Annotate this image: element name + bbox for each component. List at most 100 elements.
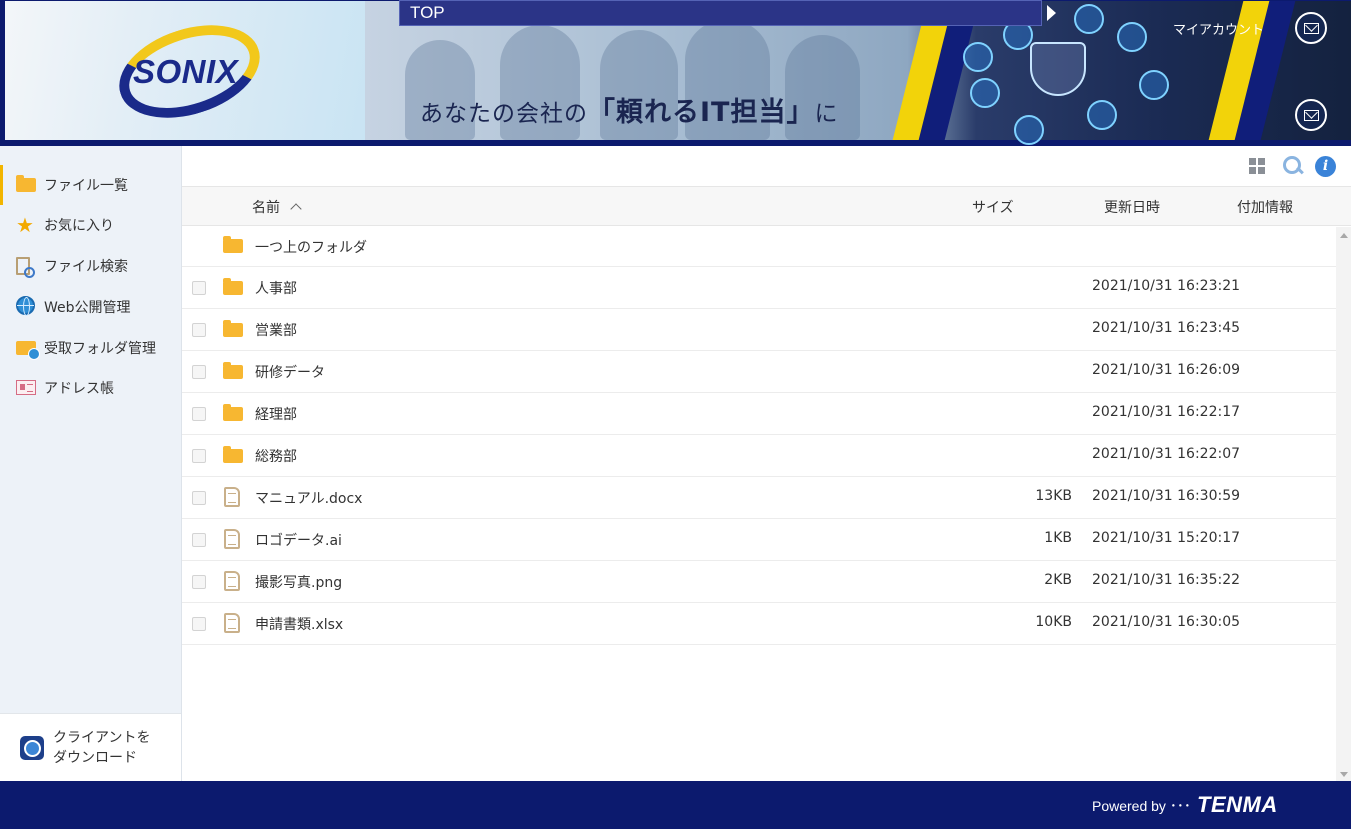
tenma-logo: TENMA	[1197, 792, 1278, 817]
row-checkbox[interactable]	[192, 281, 206, 295]
toolbar: i	[182, 146, 1351, 186]
file-size: 2KB	[1044, 572, 1072, 588]
file-updated: 2021/10/31 16:23:45	[1092, 320, 1241, 336]
row-checkbox[interactable]	[192, 617, 206, 631]
file-updated: 2021/10/31 16:23:21	[1092, 278, 1241, 294]
powered-by-text: Powered by ･･･	[1092, 798, 1191, 814]
sidebar-item-web-publish[interactable]: Web公開管理	[0, 287, 181, 327]
receive-folder-icon	[16, 337, 40, 360]
info-icon[interactable]: i	[1315, 156, 1336, 177]
sidebar-item-file-search[interactable]: ファイル検索	[0, 246, 181, 286]
header-banner: SONIX あなたの会社の「頼れるIT担当」に TOP マイアカウント	[0, 0, 1351, 146]
file-size: 1KB	[1044, 530, 1072, 546]
table-row[interactable]: 経理部 2021/10/31 16:22:17	[182, 393, 1336, 435]
sidebar-item-label: アドレス帳	[44, 381, 114, 397]
table-row[interactable]: 総務部 2021/10/31 16:22:07	[182, 435, 1336, 477]
column-header-updated[interactable]: 更新日時	[1104, 197, 1160, 217]
tech-icon	[963, 42, 993, 72]
tech-icon	[1087, 100, 1117, 130]
folder-icon	[16, 174, 38, 196]
folder-icon	[223, 236, 243, 253]
file-name[interactable]: 営業部	[255, 320, 297, 340]
table-row[interactable]: ロゴデータ.ai 1KB 2021/10/31 15:20:17	[182, 519, 1336, 561]
table-row[interactable]: 研修データ 2021/10/31 16:26:09	[182, 351, 1336, 393]
file-updated: 2021/10/31 16:35:22	[1092, 572, 1241, 588]
mail-button[interactable]	[1295, 12, 1327, 44]
table-row[interactable]: 人事部 2021/10/31 16:23:21	[182, 267, 1336, 309]
file-name[interactable]: 人事部	[255, 278, 297, 298]
document-search-icon	[16, 255, 38, 278]
envelope-icon	[1304, 23, 1319, 34]
shield-icon	[1030, 42, 1086, 96]
sidebar-item-label: 受取フォルダ管理	[44, 341, 156, 357]
tech-icon	[970, 78, 1000, 108]
top-link[interactable]: TOP	[399, 0, 1042, 26]
file-name[interactable]: 撮影写真.png	[255, 572, 342, 592]
file-name[interactable]: ロゴデータ.ai	[255, 530, 342, 550]
file-updated: 2021/10/31 16:30:05	[1092, 614, 1241, 630]
sidebar-item-address-book[interactable]: アドレス帳	[0, 368, 181, 408]
sidebar-item-file-list[interactable]: ファイル一覧	[0, 165, 181, 205]
play-arrow-icon	[1047, 5, 1056, 21]
row-checkbox[interactable]	[192, 491, 206, 505]
file-updated: 2021/10/31 16:22:17	[1092, 404, 1241, 420]
logo-text: SONIX	[133, 53, 239, 90]
main-content: i 名前 サイズ 更新日時 付加情報 一つ上のフォルダ 人事部 2021/10/3…	[182, 146, 1351, 781]
row-checkbox[interactable]	[192, 365, 206, 379]
file-name[interactable]: 総務部	[255, 446, 297, 466]
file-size: 10KB	[1035, 614, 1072, 630]
row-checkbox[interactable]	[192, 575, 206, 589]
table-header: 名前 サイズ 更新日時 付加情報	[182, 186, 1351, 226]
my-account-link[interactable]: マイアカウント	[1173, 19, 1264, 38]
scroll-down-arrow-icon[interactable]	[1340, 772, 1348, 777]
client-download-button[interactable]: クライアントを ダウンロード	[0, 713, 181, 781]
folder-icon	[223, 446, 243, 463]
file-name[interactable]: 一つ上のフォルダ	[255, 237, 367, 257]
document-icon	[224, 571, 240, 591]
client-app-icon	[20, 735, 44, 760]
file-name[interactable]: マニュアル.docx	[255, 488, 362, 508]
tech-icon	[1074, 4, 1104, 34]
folder-icon	[223, 362, 243, 379]
file-name[interactable]: 経理部	[255, 404, 297, 424]
column-header-label: 名前	[252, 200, 280, 216]
row-checkbox[interactable]	[192, 323, 206, 337]
row-checkbox[interactable]	[192, 407, 206, 421]
logo-area[interactable]: SONIX	[5, 1, 365, 140]
parent-folder-row[interactable]: 一つ上のフォルダ	[182, 227, 1336, 267]
row-checkbox[interactable]	[192, 533, 206, 547]
folder-icon	[223, 404, 243, 421]
grid-view-icon[interactable]	[1249, 158, 1266, 175]
search-icon[interactable]	[1283, 156, 1303, 176]
file-updated: 2021/10/31 16:26:09	[1092, 362, 1241, 378]
folder-icon	[223, 320, 243, 337]
table-row[interactable]: 営業部 2021/10/31 16:23:45	[182, 309, 1336, 351]
column-header-size[interactable]: サイズ	[972, 197, 1014, 217]
column-header-name[interactable]: 名前	[252, 197, 302, 217]
table-row[interactable]: マニュアル.docx 13KB 2021/10/31 16:30:59	[182, 477, 1336, 519]
file-updated: 2021/10/31 16:22:07	[1092, 446, 1241, 462]
sidebar: ファイル一覧 ★ お気に入り ファイル検索 Web公開管理 受取フォルダ管理 ア…	[0, 146, 182, 781]
tech-icon	[1014, 115, 1044, 145]
column-header-extra[interactable]: 付加情報	[1237, 197, 1293, 217]
file-name[interactable]: 申請書類.xlsx	[255, 614, 343, 634]
sidebar-item-label: ファイル一覧	[44, 178, 128, 194]
globe-icon	[16, 296, 38, 318]
document-icon	[224, 613, 240, 633]
mail-button[interactable]	[1295, 99, 1327, 131]
table-row[interactable]: 撮影写真.png 2KB 2021/10/31 16:35:22	[182, 561, 1336, 603]
row-checkbox[interactable]	[192, 449, 206, 463]
scroll-up-arrow-icon[interactable]	[1340, 233, 1348, 238]
document-icon	[224, 529, 240, 549]
tech-icon	[1117, 22, 1147, 52]
vertical-scrollbar[interactable]	[1336, 227, 1351, 781]
address-card-icon	[16, 377, 38, 399]
client-download-label: クライアントを ダウンロード	[53, 729, 151, 766]
file-name[interactable]: 研修データ	[255, 362, 325, 382]
sidebar-item-label: ファイル検索	[44, 259, 128, 275]
sidebar-item-favorites[interactable]: ★ お気に入り	[0, 205, 181, 245]
sort-ascending-icon	[290, 203, 302, 215]
sidebar-item-receive-folder[interactable]: 受取フォルダ管理	[0, 328, 181, 368]
table-row[interactable]: 申請書類.xlsx 10KB 2021/10/31 16:30:05	[182, 603, 1336, 645]
folder-icon	[223, 278, 243, 295]
